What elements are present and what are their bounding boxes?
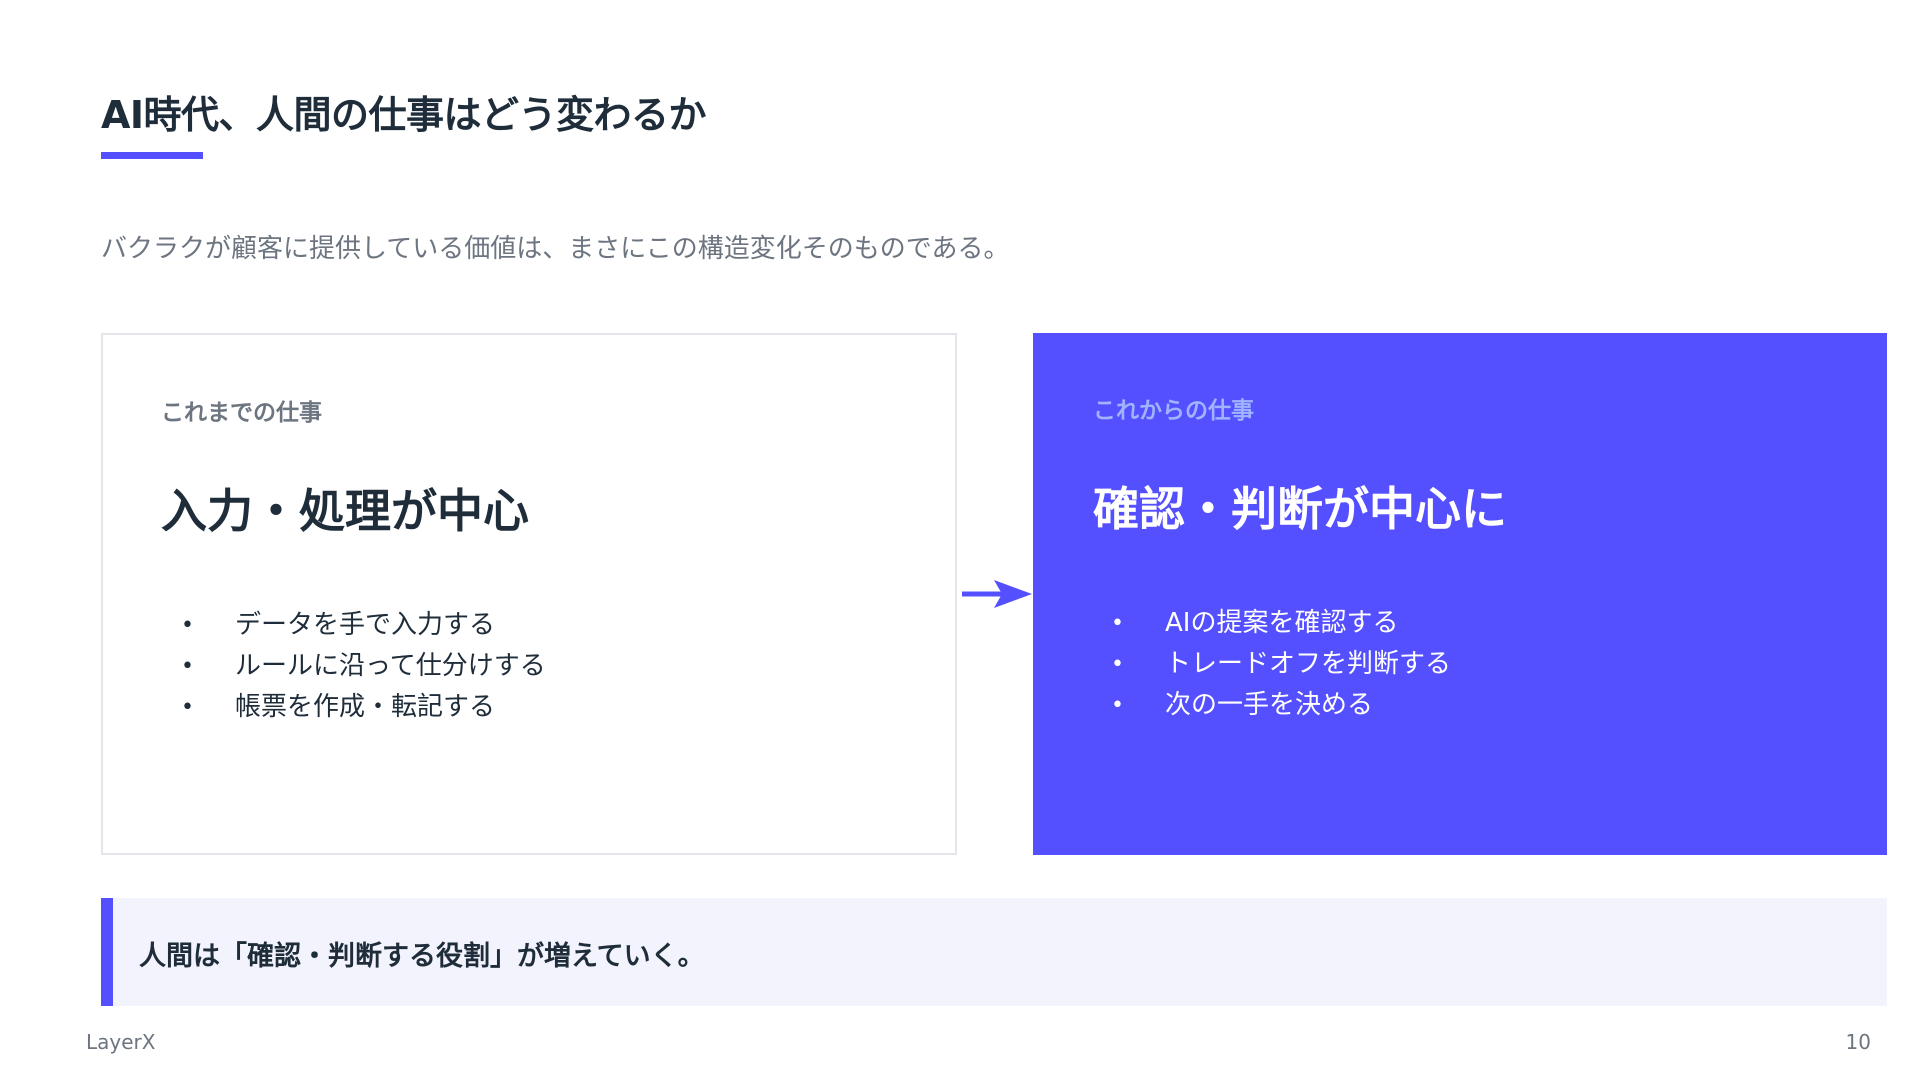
before-list-item: ルールに沿って仕分けする xyxy=(181,646,546,687)
callout-text: 人間は「確認・判断する役割」が増えていく。 xyxy=(139,941,705,972)
after-list-item: 次の一手を決める xyxy=(1111,685,1451,726)
before-card-label: これまでの仕事 xyxy=(161,400,322,426)
after-card: これからの仕事 確認・判断が中心に AIの提案を確認する トレードオフを判断する… xyxy=(1033,333,1887,855)
before-list: データを手で入力する ルールに沿って仕分けする 帳票を作成・転記する xyxy=(181,605,546,728)
callout-box: 人間は「確認・判断する役割」が増えていく。 xyxy=(101,898,1887,1006)
footer-brand: LayerX xyxy=(86,1030,156,1054)
after-list: AIの提案を確認する トレードオフを判断する 次の一手を決める xyxy=(1111,603,1451,726)
before-list-item: 帳票を作成・転記する xyxy=(181,687,546,728)
title-underline xyxy=(101,152,203,159)
after-card-heading: 確認・判断が中心に xyxy=(1093,482,1507,536)
arrow-right-icon xyxy=(962,580,1032,608)
page-number: 10 xyxy=(1845,1030,1871,1054)
after-list-item: トレードオフを判断する xyxy=(1111,644,1451,685)
before-list-item: データを手で入力する xyxy=(181,605,546,646)
after-card-label: これからの仕事 xyxy=(1093,398,1254,424)
after-list-item: AIの提案を確認する xyxy=(1111,603,1451,644)
before-card-heading: 入力・処理が中心 xyxy=(161,484,529,538)
before-card: これまでの仕事 入力・処理が中心 データを手で入力する ルールに沿って仕分けする… xyxy=(101,333,957,855)
slide-subtitle: バクラクが顧客に提供している価値は、まさにこの構造変化そのものである。 xyxy=(101,234,1010,264)
slide-title: AI時代、人間の仕事はどう変わるか xyxy=(101,93,707,137)
callout-accent-bar xyxy=(101,898,113,1006)
